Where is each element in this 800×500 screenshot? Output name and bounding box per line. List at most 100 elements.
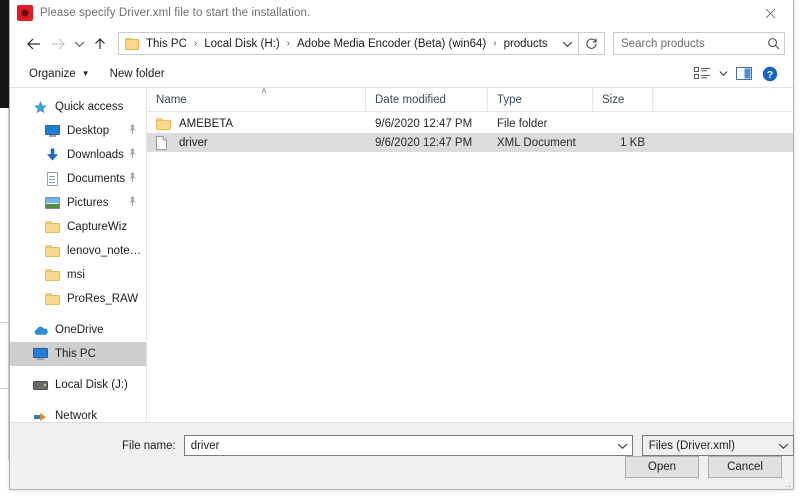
column-header-name[interactable]: Name ˄ — [147, 87, 366, 112]
sidebar-item-label: Pictures — [67, 197, 109, 209]
table-row[interactable]: AMEBETA 9/6/2020 12:47 PM File folder — [147, 114, 793, 133]
sidebar-item-documents[interactable]: Documents — [10, 167, 146, 191]
dialog-footer: File name: Files (Driver.xml) Op — [10, 422, 794, 491]
file-type-cell: File folder — [497, 117, 548, 130]
pin-icon — [128, 148, 137, 162]
breadcrumb-item-products[interactable]: products — [502, 38, 550, 50]
sidebar-item-label: Local Disk (J:) — [55, 379, 128, 391]
address-bar[interactable]: This PC › Local Disk (H:) › Adobe Media … — [118, 32, 579, 55]
view-options-button[interactable] — [689, 63, 715, 85]
sidebar-item-this-pc[interactable]: This PC — [10, 342, 146, 366]
sidebar-item-pictures[interactable]: Pictures — [10, 191, 146, 215]
this-pc-icon — [32, 346, 48, 362]
preview-pane-icon — [735, 67, 752, 80]
file-date-cell: 9/6/2020 12:47 PM — [375, 136, 473, 149]
sidebar-item-lenovo-notebook[interactable]: lenovo_notebook — [10, 239, 146, 263]
breadcrumb-item-adobe-media-encoder[interactable]: Adobe Media Encoder (Beta) (win64) — [295, 38, 488, 50]
new-folder-button[interactable]: New folder — [105, 65, 170, 83]
sidebar-item-onedrive[interactable]: OneDrive — [10, 318, 146, 342]
file-name-dropdown-button[interactable] — [613, 442, 632, 450]
dialog-buttons: Open Cancel — [616, 456, 782, 478]
preview-pane-button[interactable] — [731, 63, 757, 85]
sidebar-item-label: Desktop — [67, 125, 110, 137]
search-input[interactable] — [614, 37, 762, 50]
file-open-dialog: Please specify Driver.xml file to start … — [9, 0, 794, 491]
sidebar-item-desktop[interactable]: Desktop — [10, 119, 146, 143]
column-header-date-modified[interactable]: Date modified — [366, 87, 488, 112]
sidebar-item-msi[interactable]: msi — [10, 263, 146, 287]
column-header-size[interactable]: Size — [593, 87, 653, 112]
back-button[interactable] — [22, 32, 46, 56]
sidebar-item-label: Downloads — [67, 149, 124, 161]
address-dropdown-button[interactable] — [556, 40, 578, 48]
chevron-down-icon — [778, 443, 789, 449]
breadcrumb-separator[interactable]: › — [189, 38, 202, 49]
sidebar-item-label: ProRes_RAW — [67, 293, 139, 305]
open-button[interactable]: Open — [625, 456, 699, 478]
file-list-header: Name ˄ Date modified Type Size — [147, 87, 793, 112]
file-type-dropdown-button[interactable] — [774, 442, 793, 450]
back-arrow-icon — [27, 38, 40, 49]
network-icon — [32, 408, 48, 422]
onedrive-cloud-icon — [32, 322, 48, 338]
chevron-down-icon: ▼ — [81, 68, 90, 78]
breadcrumb-item-this-pc[interactable]: This PC — [144, 38, 189, 50]
file-size-cell: 1 KB — [620, 136, 645, 149]
help-button[interactable]: ? — [757, 63, 783, 85]
recent-locations-button[interactable] — [70, 32, 88, 56]
downloads-icon — [44, 147, 60, 163]
refresh-button[interactable] — [579, 32, 605, 55]
sidebar-item-label: msi — [67, 269, 85, 281]
sidebar-item-quick-access[interactable]: Quick access — [10, 95, 146, 119]
search-box[interactable] — [613, 32, 785, 55]
refresh-icon — [586, 38, 597, 49]
file-name-combobox[interactable] — [183, 435, 633, 456]
sidebar-item-local-disk-j[interactable]: Local Disk (J:) — [10, 373, 146, 397]
help-icon: ? — [762, 66, 778, 81]
search-icon[interactable] — [762, 37, 784, 50]
breadcrumb: This PC › Local Disk (H:) › Adobe Media … — [144, 38, 556, 50]
sidebar-item-network[interactable]: Network — [10, 404, 146, 422]
sidebar-item-label: Documents — [67, 173, 126, 185]
sort-ascending-icon: ˄ — [261, 87, 267, 96]
sidebar-item-capturewiz[interactable]: CaptureWiz — [10, 215, 146, 239]
view-options-icon — [693, 67, 710, 79]
close-icon — [765, 8, 776, 19]
organize-label: Organize — [29, 67, 76, 80]
pin-icon — [128, 172, 137, 186]
navigation-bar: This PC › Local Disk (H:) › Adobe Media … — [10, 27, 793, 60]
folder-icon — [44, 267, 60, 283]
sidebar-item-downloads[interactable]: Downloads — [10, 143, 146, 167]
file-name-input[interactable] — [184, 439, 613, 452]
pin-icon — [128, 196, 137, 210]
organize-button[interactable]: Organize ▼ — [24, 65, 95, 83]
dialog-titlebar: Please specify Driver.xml file to start … — [10, 0, 793, 27]
sidebar-item-prores-raw[interactable]: ProRes_RAW — [10, 287, 146, 311]
file-type-combobox[interactable]: Files (Driver.xml) — [641, 435, 794, 456]
table-row[interactable]: driver 9/6/2020 12:47 PM XML Document 1 … — [147, 133, 793, 152]
folder-icon — [44, 291, 60, 307]
folder-icon — [44, 219, 60, 235]
chevron-down-icon — [718, 71, 728, 76]
background-divider-lower — [0, 388, 9, 389]
file-name-cell: driver — [147, 135, 366, 150]
sidebar-item-label: Quick access — [55, 101, 124, 113]
up-button[interactable] — [88, 32, 112, 56]
breadcrumb-separator[interactable]: › — [488, 38, 501, 49]
chevron-down-icon — [74, 41, 84, 47]
cancel-button[interactable]: Cancel — [708, 456, 782, 478]
column-header-filler — [653, 88, 793, 112]
view-options-dropdown[interactable] — [715, 63, 731, 85]
navigation-pane: Quick access Desktop Downloads Documents… — [10, 88, 147, 422]
breadcrumb-separator[interactable]: › — [282, 38, 295, 49]
breadcrumb-item-local-disk[interactable]: Local Disk (H:) — [202, 38, 281, 50]
chevron-down-icon — [617, 443, 628, 449]
close-button[interactable] — [748, 0, 793, 27]
forward-button[interactable] — [46, 32, 70, 56]
xml-document-icon — [156, 135, 172, 150]
column-header-type[interactable]: Type — [488, 87, 593, 112]
sidebar-item-label: Network — [55, 410, 98, 422]
resize-grip[interactable] — [781, 478, 791, 491]
file-name-label: driver — [179, 136, 208, 149]
